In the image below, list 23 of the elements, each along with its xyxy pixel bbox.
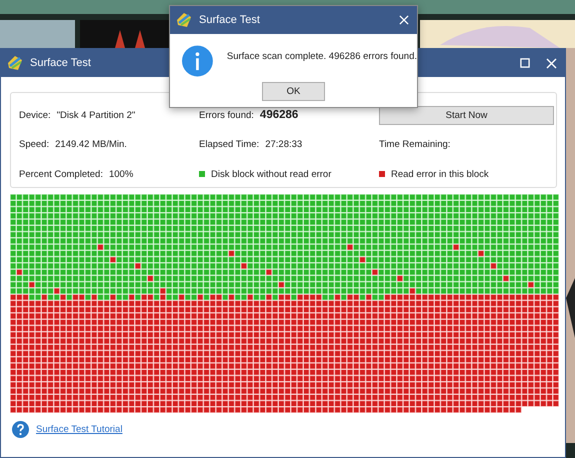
legend-label: Read error in this block: [391, 168, 489, 180]
field-label: Errors found:: [199, 110, 254, 120]
maximize-icon[interactable]: [520, 58, 530, 68]
field-value: 100%: [108, 168, 134, 180]
help-icon[interactable]: [12, 421, 29, 438]
ok-button[interactable]: OK: [262, 82, 325, 101]
field-label: Device:: [19, 110, 51, 120]
window-title: Surface Test: [30, 57, 92, 69]
dialog-message: Surface scan complete. 496286 errors found.: [226, 51, 417, 64]
field-value: 27:28:33: [265, 138, 302, 150]
error-count: 496286: [260, 109, 298, 121]
info-icon: [182, 44, 213, 78]
field-label: Speed:: [19, 138, 50, 150]
start-button[interactable]: Start Now: [379, 106, 554, 124]
field-label: Time Remaining:: [379, 138, 450, 150]
tutorial-link[interactable]: Surface Test Tutorial: [36, 424, 122, 435]
app-icon: [6, 54, 24, 72]
field-label: Elapsed Time:: [199, 138, 260, 150]
legend-label: Disk block without read error: [211, 168, 332, 180]
field-label: Percent Completed:: [19, 168, 103, 180]
close-icon[interactable]: [546, 58, 557, 68]
field-value: 2149.42 MB/Min.: [55, 138, 127, 150]
field-value: "Disk 4 Partition 2": [56, 110, 136, 120]
